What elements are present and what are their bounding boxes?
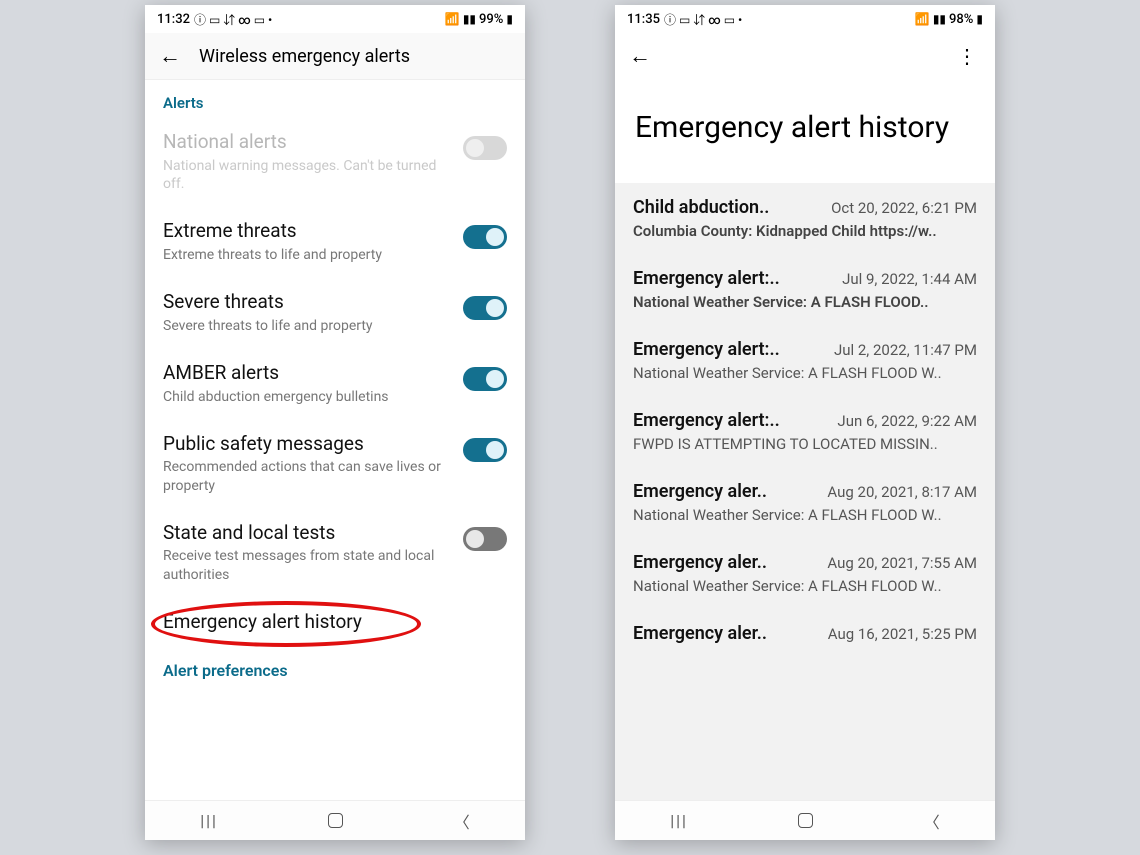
phone-history: 11:35 ⓘ ▭ ⇵ ∞ ▭ • 📶 ▮▮ 98% ▮ ← ⋮ Emergen…: [615, 5, 995, 840]
battery-text: 99%: [479, 12, 503, 27]
history-title: Child abduction..: [633, 197, 769, 218]
setting-title: Public safety messages: [163, 432, 451, 457]
nav-recents-icon[interactable]: |||: [670, 811, 688, 830]
setting-subtitle: Extreme threats to life and property: [163, 246, 451, 264]
toggle-national: [463, 136, 507, 160]
history-item[interactable]: Emergency aler.. Aug 20, 2021, 8:17 AM N…: [615, 467, 995, 538]
wifi-icon: 📶: [915, 12, 930, 26]
history-body: National Weather Service: A FLASH FLOOD.…: [633, 293, 977, 311]
toggle-amber[interactable]: [463, 367, 507, 391]
history-item[interactable]: Emergency alert:.. Jun 6, 2022, 9:22 AM …: [615, 396, 995, 467]
setting-amber-alerts[interactable]: AMBER alerts Child abduction emergency b…: [145, 349, 525, 420]
history-date: Aug 20, 2021, 8:17 AM: [827, 483, 977, 501]
back-icon[interactable]: ←: [159, 43, 181, 69]
alert-preferences-link[interactable]: Alert preferences: [145, 645, 525, 696]
app-bar: ← Wireless emergency alerts: [145, 33, 525, 80]
status-icons-left: ⓘ ▭ ⇵ ∞ ▭ •: [194, 11, 272, 28]
toggle-severe[interactable]: [463, 296, 507, 320]
status-time: 11:35: [627, 12, 660, 27]
history-item[interactable]: Emergency alert:.. Jul 9, 2022, 1:44 AM …: [615, 254, 995, 325]
history-date: Jul 9, 2022, 1:44 AM: [842, 270, 977, 288]
toggle-public-safety[interactable]: [463, 438, 507, 462]
battery-icon: ▮: [506, 12, 513, 26]
signal-icon: ▮▮: [933, 12, 946, 26]
toggle-extreme[interactable]: [463, 225, 507, 249]
setting-national-alerts: National alerts National warning message…: [145, 118, 525, 207]
history-date: Aug 20, 2021, 7:55 AM: [827, 554, 977, 572]
setting-severe-threats[interactable]: Severe threats Severe threats to life an…: [145, 278, 525, 349]
history-title: Emergency aler..: [633, 552, 767, 573]
history-list[interactable]: Child abduction.. Oct 20, 2022, 6:21 PM …: [615, 183, 995, 801]
setting-subtitle: Severe threats to life and property: [163, 317, 451, 335]
battery-icon: ▮: [976, 12, 983, 26]
phone-settings: 11:32 ⓘ ▭ ⇵ ∞ ▭ • 📶 ▮▮ 99% ▮ ← Wireless …: [145, 5, 525, 840]
setting-title: Severe threats: [163, 290, 451, 315]
setting-title: AMBER alerts: [163, 361, 451, 386]
setting-title: National alerts: [163, 130, 451, 155]
signal-icon: ▮▮: [463, 12, 476, 26]
status-time: 11:32: [157, 12, 190, 27]
setting-subtitle: Child abduction emergency bulletins: [163, 388, 451, 406]
history-title: Emergency aler..: [633, 623, 767, 644]
nav-recents-icon[interactable]: |||: [200, 811, 218, 830]
more-icon[interactable]: ⋮: [953, 44, 981, 68]
setting-public-safety[interactable]: Public safety messages Recommended actio…: [145, 420, 525, 509]
page-title: Wireless emergency alerts: [199, 46, 410, 67]
setting-subtitle: National warning messages. Can't be turn…: [163, 157, 451, 193]
wifi-icon: 📶: [445, 12, 460, 26]
setting-title: Extreme threats: [163, 219, 451, 244]
history-item[interactable]: Emergency aler.. Aug 20, 2021, 7:55 AM N…: [615, 538, 995, 609]
battery-text: 98%: [949, 12, 973, 27]
app-bar: ← ⋮: [615, 33, 995, 79]
history-body: FWPD IS ATTEMPTING TO LOCATED MISSIN..: [633, 435, 977, 453]
history-title: Emergency alert:..: [633, 410, 780, 431]
nav-home-icon[interactable]: [328, 813, 343, 828]
history-item[interactable]: Emergency aler.. Aug 16, 2021, 5:25 PM: [615, 609, 995, 662]
history-body: National Weather Service: A FLASH FLOOD …: [633, 364, 977, 382]
history-item[interactable]: Emergency alert:.. Jul 2, 2022, 11:47 PM…: [615, 325, 995, 396]
history-date: Jun 6, 2022, 9:22 AM: [837, 412, 977, 430]
history-title: Emergency alert:..: [633, 268, 780, 289]
setting-title: State and local tests: [163, 521, 451, 546]
status-bar: 11:32 ⓘ ▭ ⇵ ∞ ▭ • 📶 ▮▮ 99% ▮: [145, 5, 525, 33]
status-icons-left: ⓘ ▭ ⇵ ∞ ▭ •: [664, 11, 742, 28]
nav-back-icon[interactable]: 〈: [454, 809, 470, 833]
history-body: National Weather Service: A FLASH FLOOD …: [633, 506, 977, 524]
setting-subtitle: Receive test messages from state and loc…: [163, 547, 451, 583]
toggle-state-local[interactable]: [463, 527, 507, 551]
nav-bar: ||| 〈: [145, 800, 525, 840]
setting-state-local-tests[interactable]: State and local tests Receive test messa…: [145, 509, 525, 598]
setting-subtitle: Recommended actions that can save lives …: [163, 458, 451, 494]
history-date: Oct 20, 2022, 6:21 PM: [831, 199, 977, 217]
settings-list: Alerts National alerts National warning …: [145, 80, 525, 800]
history-body: National Weather Service: A FLASH FLOOD …: [633, 577, 977, 595]
history-date: Aug 16, 2021, 5:25 PM: [828, 625, 977, 643]
back-icon[interactable]: ←: [629, 43, 651, 69]
history-date: Jul 2, 2022, 11:47 PM: [834, 341, 977, 359]
history-body: Columbia County: Kidnapped Child https:/…: [633, 222, 977, 240]
history-item[interactable]: Child abduction.. Oct 20, 2022, 6:21 PM …: [615, 183, 995, 254]
emergency-alert-history-link[interactable]: Emergency alert history: [145, 598, 525, 645]
link-label: Emergency alert history: [163, 610, 362, 633]
nav-home-icon[interactable]: [798, 813, 813, 828]
history-title: Emergency aler..: [633, 481, 767, 502]
setting-extreme-threats[interactable]: Extreme threats Extreme threats to life …: [145, 207, 525, 278]
history-title: Emergency alert:..: [633, 339, 780, 360]
nav-bar: ||| 〈: [615, 800, 995, 840]
section-header-alerts: Alerts: [145, 80, 525, 118]
nav-back-icon[interactable]: 〈: [924, 809, 940, 833]
page-title: Emergency alert history: [615, 79, 995, 183]
status-bar: 11:35 ⓘ ▭ ⇵ ∞ ▭ • 📶 ▮▮ 98% ▮: [615, 5, 995, 33]
